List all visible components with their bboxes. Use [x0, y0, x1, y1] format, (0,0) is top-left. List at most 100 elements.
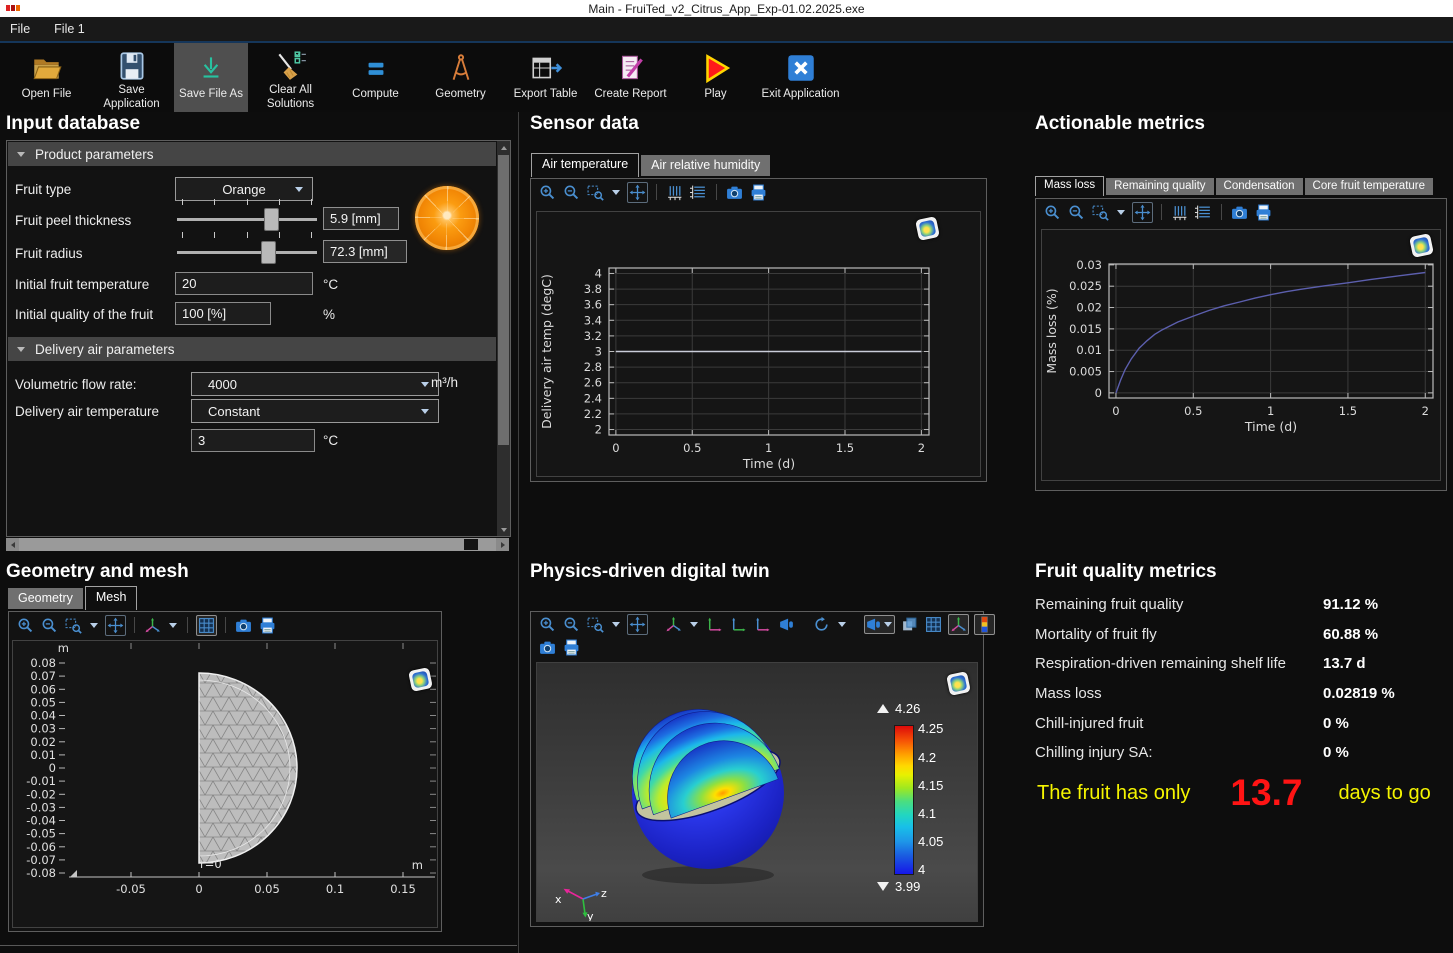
- snapshot-button[interactable]: [725, 183, 744, 202]
- create-report-button[interactable]: Create Report: [588, 43, 673, 112]
- axis-orientation-button[interactable]: [143, 616, 162, 635]
- svg-text:-0.04: -0.04: [26, 814, 56, 828]
- chevron-down-icon[interactable]: [1117, 210, 1125, 215]
- slider-thumb[interactable]: [261, 241, 276, 264]
- show-colorbar-button[interactable]: [974, 614, 995, 635]
- delivery-air-header[interactable]: Delivery air parameters: [8, 337, 496, 361]
- x-axis-log-button[interactable]: [1170, 203, 1189, 222]
- print-button[interactable]: [562, 638, 581, 657]
- snapshot-button[interactable]: [538, 638, 557, 657]
- zoom-box-button[interactable]: [586, 183, 605, 202]
- view-yz-button[interactable]: [729, 615, 748, 634]
- toolbar-label: Exit Application: [762, 88, 840, 102]
- clear-all-solutions-button[interactable]: Clear All Solutions: [248, 43, 333, 112]
- product-parameters-header[interactable]: Product parameters: [8, 142, 496, 166]
- scene-light-button[interactable]: [864, 615, 895, 634]
- scroll-right-arrow[interactable]: [496, 538, 509, 551]
- slider-track[interactable]: [177, 251, 317, 254]
- print-button[interactable]: [1254, 203, 1273, 222]
- horizontal-scrollbar[interactable]: [6, 538, 509, 551]
- zoom-extents-button[interactable]: [627, 182, 648, 203]
- zoom-in-button[interactable]: [538, 615, 557, 634]
- vertical-scrollbar[interactable]: [497, 141, 510, 536]
- tab-geometry[interactable]: Geometry: [8, 588, 83, 609]
- save-icon: [115, 48, 149, 84]
- tab-air-temperature[interactable]: Air temperature: [531, 153, 639, 177]
- twin-3d-view[interactable]: x y z 4.26 4.25 4.2 4.15 4.1 4.05 4 3.99: [536, 662, 978, 922]
- exit-application-button[interactable]: Exit Application: [758, 43, 843, 112]
- view-xy-button[interactable]: [705, 615, 724, 634]
- transparency-button[interactable]: [900, 615, 919, 634]
- fruit-type-dropdown[interactable]: Orange: [175, 177, 313, 201]
- initial-quality-label: Initial quality of the fruit: [15, 307, 153, 322]
- tab-condensation[interactable]: Condensation: [1216, 178, 1303, 195]
- show-grid-button[interactable]: [924, 615, 943, 634]
- initial-quality-input[interactable]: 100 [%]: [175, 302, 271, 325]
- default-view-button[interactable]: [777, 615, 796, 634]
- zoom-extents-button[interactable]: [105, 615, 126, 636]
- slider-thumb[interactable]: [264, 208, 279, 231]
- axis-orientation-button[interactable]: [664, 615, 683, 634]
- horizontal-splitter[interactable]: [0, 945, 517, 946]
- zoom-in-button[interactable]: [16, 616, 35, 635]
- x-axis-log-button[interactable]: [665, 183, 684, 202]
- zoom-in-button[interactable]: [538, 183, 557, 202]
- print-button[interactable]: [749, 183, 768, 202]
- chevron-down-icon[interactable]: [90, 623, 98, 628]
- chevron-down-icon[interactable]: [884, 622, 892, 627]
- menu-file[interactable]: File: [10, 22, 30, 36]
- initial-temp-input[interactable]: 20: [175, 272, 313, 295]
- fruit-radius-slider[interactable]: [177, 241, 317, 263]
- slider-track[interactable]: [177, 218, 317, 221]
- play-button[interactable]: Play: [673, 43, 758, 112]
- zoom-out-button[interactable]: [562, 615, 581, 634]
- snapshot-button[interactable]: [234, 616, 253, 635]
- zoom-box-button[interactable]: [586, 615, 605, 634]
- chevron-down-icon[interactable]: [690, 622, 698, 627]
- snapshot-button[interactable]: [1230, 203, 1249, 222]
- zoom-box-button[interactable]: [64, 616, 83, 635]
- tab-core-fruit-temperature[interactable]: Core fruit temperature: [1305, 178, 1434, 195]
- chevron-down-icon[interactable]: [612, 622, 620, 627]
- compute-button[interactable]: Compute: [333, 43, 418, 112]
- zoom-out-button[interactable]: [40, 616, 59, 635]
- y-axis-log-button[interactable]: [689, 183, 708, 202]
- zoom-in-button[interactable]: [1043, 203, 1062, 222]
- rotate-button[interactable]: [812, 615, 831, 634]
- tab-remaining-quality[interactable]: Remaining quality: [1106, 178, 1213, 195]
- flow-rate-dropdown[interactable]: 4000: [191, 372, 439, 396]
- colorbar-tick: 4.15: [918, 778, 943, 793]
- tab-air-relative-humidity[interactable]: Air relative humidity: [641, 155, 770, 176]
- zoom-out-button[interactable]: [1067, 203, 1086, 222]
- show-grid-button[interactable]: [196, 615, 217, 636]
- print-button[interactable]: [258, 616, 277, 635]
- zoom-extents-button[interactable]: [1132, 202, 1153, 223]
- chevron-down-icon[interactable]: [169, 623, 177, 628]
- air-temp-input[interactable]: 3: [191, 429, 315, 452]
- geometry-button[interactable]: Geometry: [418, 43, 503, 112]
- zoom-box-button[interactable]: [1091, 203, 1110, 222]
- zoom-out-button[interactable]: [562, 183, 581, 202]
- chevron-down-icon[interactable]: [612, 190, 620, 195]
- vertical-splitter[interactable]: [518, 112, 519, 953]
- save-file-as-button[interactable]: Save File As: [174, 43, 248, 112]
- tab-mesh[interactable]: Mesh: [85, 586, 138, 610]
- air-temp-mode-label: Delivery air temperature: [15, 404, 159, 419]
- y-axis-log-button[interactable]: [1194, 203, 1213, 222]
- show-axes-button[interactable]: [948, 614, 969, 635]
- scroll-up-arrow[interactable]: [497, 141, 510, 154]
- scrollbar-thumb[interactable]: [464, 539, 478, 550]
- zoom-extents-button[interactable]: [627, 614, 648, 635]
- save-application-button[interactable]: Save Application: [89, 43, 174, 112]
- open-file-button[interactable]: Open File: [4, 43, 89, 112]
- chevron-down-icon[interactable]: [838, 622, 846, 627]
- menu-file1[interactable]: File 1: [54, 22, 85, 36]
- peel-thickness-slider[interactable]: [177, 208, 317, 230]
- air-temp-mode-dropdown[interactable]: Constant: [191, 399, 439, 423]
- scroll-down-arrow[interactable]: [497, 523, 510, 536]
- tab-mass-loss[interactable]: Mass loss: [1035, 176, 1104, 196]
- export-table-button[interactable]: Export Table: [503, 43, 588, 112]
- view-xz-button[interactable]: [753, 615, 772, 634]
- scroll-left-arrow[interactable]: [6, 538, 19, 551]
- scrollbar-thumb[interactable]: [498, 155, 509, 445]
